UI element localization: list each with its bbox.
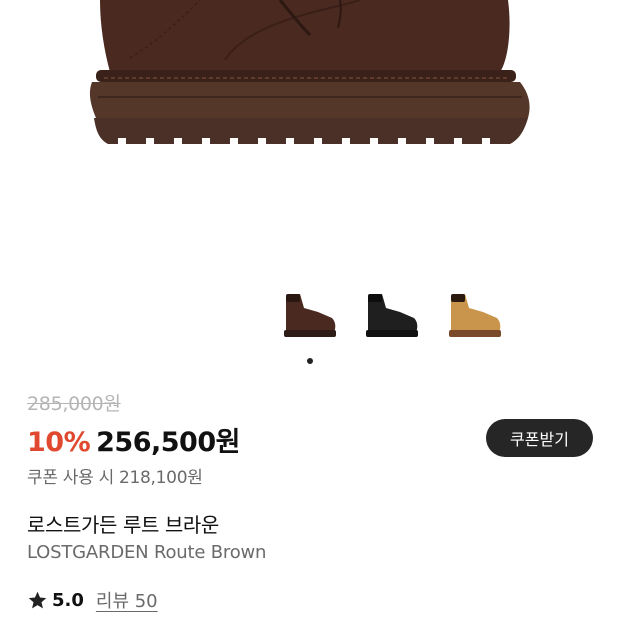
rating-value: 5.0 — [52, 589, 84, 611]
discount-rate: 10% — [27, 427, 91, 458]
product-name-english: LOSTGARDEN Route Brown — [27, 542, 267, 563]
original-price: 285,000원 — [27, 393, 121, 415]
star-icon — [27, 590, 48, 611]
boot-icon — [449, 294, 501, 337]
get-coupon-button[interactable]: 쿠폰받기 — [486, 419, 593, 457]
product-hero-image[interactable] — [0, 0, 620, 280]
thumbnail-black-boot[interactable] — [360, 290, 424, 342]
color-thumbnails — [0, 290, 620, 342]
gallery-page-indicator — [307, 358, 313, 364]
rating-row: 5.0 리뷰 50 — [27, 587, 158, 613]
boot-illustration — [89, 0, 530, 148]
coupon-price-text: 쿠폰 사용 시 218,100원 — [27, 468, 203, 488]
sale-price: 256,500원 — [96, 427, 240, 458]
thumbnail-brown-boot[interactable] — [278, 290, 342, 342]
review-count-link[interactable]: 리뷰 50 — [96, 587, 158, 613]
product-name: 로스트가든 루트 브라운 — [27, 513, 219, 537]
boot-icon — [284, 294, 336, 337]
thumbnail-tan-boot[interactable] — [443, 290, 507, 342]
boot-icon — [366, 294, 418, 337]
price-row: 10% 256,500원 — [27, 420, 240, 458]
